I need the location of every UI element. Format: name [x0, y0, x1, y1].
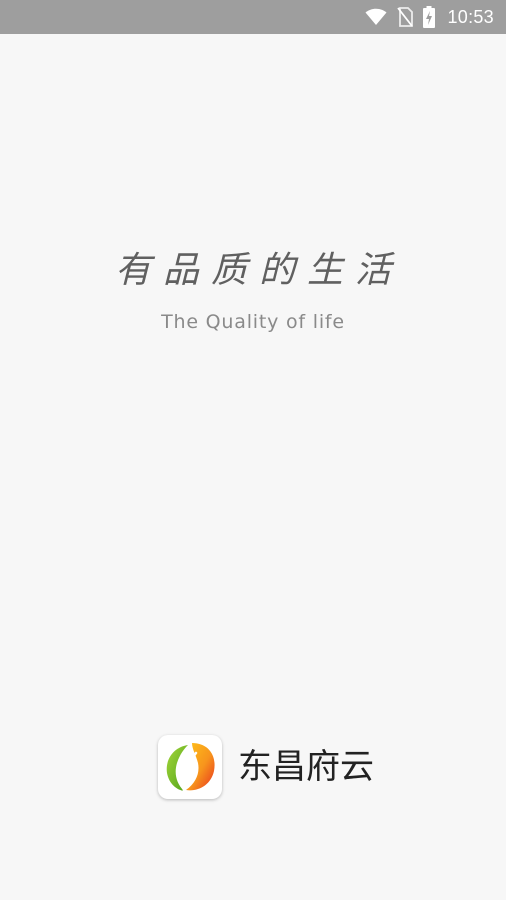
splash-screen: 有品质的生活 The Quality of life 东昌府云	[0, 34, 506, 900]
no-sim-icon	[397, 7, 414, 27]
status-bar: 10:53	[0, 0, 506, 34]
leaf-logo-icon	[158, 735, 222, 799]
status-time: 10:53	[447, 6, 494, 27]
brand-block: 东昌府云	[158, 734, 374, 800]
battery-charging-icon	[423, 6, 436, 28]
slogan-english: The Quality of life	[161, 311, 345, 333]
slogan-chinese: 有品质的生活	[114, 250, 403, 291]
wifi-icon	[365, 8, 387, 26]
app-name: 东昌府云	[238, 747, 374, 787]
